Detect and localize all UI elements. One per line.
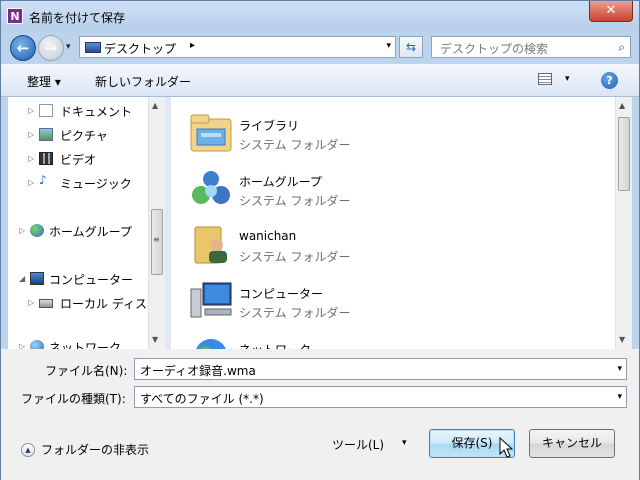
recent-pages-dropdown[interactable]: ▾ xyxy=(66,42,71,52)
back-button[interactable]: ← xyxy=(10,35,36,61)
title-bar[interactable]: N 名前を付けて保存 ✕ xyxy=(1,1,639,31)
libraries-icon xyxy=(190,114,232,152)
refresh-button[interactable]: ⇆ xyxy=(399,36,423,58)
user-folder-icon xyxy=(194,226,227,264)
view-dropdown-icon[interactable]: ▾ xyxy=(565,74,570,84)
window-title: 名前を付けて保存 xyxy=(29,11,126,25)
nav-label: ミュージック xyxy=(60,177,132,191)
scroll-thumb[interactable] xyxy=(618,117,630,191)
nav-label: ドキュメント xyxy=(60,105,133,119)
file-list-scrollbar[interactable]: ▲ ▼ xyxy=(615,97,632,349)
documents-icon xyxy=(39,104,53,117)
close-button[interactable]: ✕ xyxy=(589,1,633,22)
mouse-pointer-icon xyxy=(499,437,513,458)
expand-arrow-icon[interactable]: ▷ xyxy=(28,178,34,187)
tools-label: ツール(L) xyxy=(332,438,385,452)
filetype-value[interactable]: すべてのファイル (*.*) xyxy=(140,390,264,407)
expand-arrow-icon[interactable]: ▷ xyxy=(28,130,34,139)
filename-label: ファイル名(N): xyxy=(45,364,128,378)
nav-label: ピクチャ xyxy=(60,129,108,143)
item-name: コンピューター xyxy=(239,287,324,301)
music-icon: ♪ xyxy=(39,173,47,187)
nav-label: コンピューター xyxy=(49,273,134,287)
expand-arrow-icon[interactable]: ▷ xyxy=(28,154,34,163)
filename-field[interactable]: オーディオ録音.wma ▾ xyxy=(134,358,627,380)
address-bar[interactable]: デスクトップ ▸ ▾ xyxy=(79,36,396,58)
network-icon xyxy=(196,339,226,349)
scroll-grip-icon: ≡ xyxy=(153,235,160,244)
pictures-icon xyxy=(39,128,53,141)
forward-button[interactable]: → xyxy=(38,35,64,61)
cancel-button[interactable]: キャンセル xyxy=(529,429,615,458)
change-view-icon[interactable] xyxy=(538,73,552,85)
navigation-bar: ← → ▾ デスクトップ ▸ ▾ ⇆ デスクトップの検索 ⌕ xyxy=(1,31,639,63)
scroll-down-icon[interactable]: ▼ xyxy=(152,335,158,344)
filename-dropdown-icon[interactable]: ▾ xyxy=(617,364,622,374)
file-list: ライブラリ システム フォルダー ホームグループ システム フォルダー wani… xyxy=(171,97,632,349)
filetype-dropdown-icon[interactable]: ▾ xyxy=(617,392,622,402)
scroll-down-icon[interactable]: ▼ xyxy=(619,335,625,344)
save-as-dialog: N 名前を付けて保存 ✕ ← → ▾ デスクトップ ▸ ▾ ⇆ デスクトップの検… xyxy=(0,0,640,480)
videos-icon xyxy=(39,152,53,165)
item-name: ライブラリ xyxy=(239,119,300,133)
desktop-icon xyxy=(85,42,101,53)
scroll-up-icon[interactable]: ▲ xyxy=(152,101,158,110)
tools-dropdown-icon[interactable]: ▾ xyxy=(402,438,407,448)
expand-arrow-icon[interactable]: ▷ xyxy=(28,298,34,307)
search-placeholder: デスクトップの検索 xyxy=(440,42,549,56)
tools-button[interactable]: ツール(L) ▾ xyxy=(332,434,416,456)
expand-arrow-icon[interactable]: ▷ xyxy=(19,226,25,235)
nav-pane-scrollbar[interactable]: ▲ ≡ ▼ xyxy=(148,97,165,349)
list-item[interactable]: ライブラリ システム フォルダー xyxy=(171,103,611,159)
organize-button[interactable]: 整理 ▾ xyxy=(27,73,61,90)
expand-arrow-icon[interactable]: ▷ xyxy=(28,106,34,115)
item-type: システム フォルダー xyxy=(239,250,351,264)
address-dropdown-icon[interactable]: ▾ xyxy=(386,41,391,51)
filetype-label: ファイルの種類(T): xyxy=(21,392,126,406)
list-item[interactable]: コンピューター システム フォルダー xyxy=(171,271,611,327)
list-item[interactable]: wanichan システム フォルダー xyxy=(171,215,611,271)
computer-icon xyxy=(30,272,44,285)
item-type: システム フォルダー xyxy=(239,306,351,320)
help-icon[interactable]: ? xyxy=(601,72,618,89)
computer-icon xyxy=(190,282,232,318)
local-disk-icon xyxy=(39,299,53,308)
address-location[interactable]: デスクトップ xyxy=(104,40,176,57)
item-type: システム フォルダー xyxy=(239,194,351,208)
command-toolbar: 整理 ▾ 新しいフォルダー ▾ ? xyxy=(1,63,639,97)
nav-label: ビデオ xyxy=(60,153,97,167)
search-input[interactable]: デスクトップの検索 ⌕ xyxy=(431,36,631,58)
list-item[interactable]: ネットワーク xyxy=(171,327,611,349)
hide-folders-icon[interactable]: ▲ xyxy=(21,443,35,457)
item-name: ネットワーク xyxy=(239,341,311,349)
navigation-pane: ▷ ドキュメント ▷ ピクチャ ▷ ビデオ ▷ ♪ ミュージック ▷ ホームグル… xyxy=(8,97,165,355)
nav-label: ホームグループ xyxy=(49,225,132,239)
new-folder-button[interactable]: 新しいフォルダー xyxy=(95,73,191,90)
scroll-up-icon[interactable]: ▲ xyxy=(619,101,625,110)
save-options-panel: ファイル名(N): オーディオ録音.wma ▾ ファイルの種類(T): すべての… xyxy=(1,349,639,480)
homegroup-icon xyxy=(30,224,44,237)
list-item[interactable]: ホームグループ システム フォルダー xyxy=(171,159,611,215)
item-type: システム フォルダー xyxy=(239,138,351,152)
filetype-select[interactable]: すべてのファイル (*.*) ▾ xyxy=(134,386,627,408)
onenote-app-icon: N xyxy=(7,8,23,24)
collapse-arrow-icon[interactable]: ◢ xyxy=(19,274,25,283)
hide-folders-label[interactable]: フォルダーの非表示 xyxy=(41,441,149,458)
search-icon[interactable]: ⌕ xyxy=(618,40,625,55)
breadcrumb-arrow-icon[interactable]: ▸ xyxy=(190,40,195,51)
filename-value[interactable]: オーディオ録音.wma xyxy=(140,362,256,379)
item-name: wanichan xyxy=(239,229,297,243)
nav-label: ローカル ディス xyxy=(60,297,147,311)
item-name: ホームグループ xyxy=(239,175,322,189)
homegroup-icon xyxy=(192,171,230,204)
